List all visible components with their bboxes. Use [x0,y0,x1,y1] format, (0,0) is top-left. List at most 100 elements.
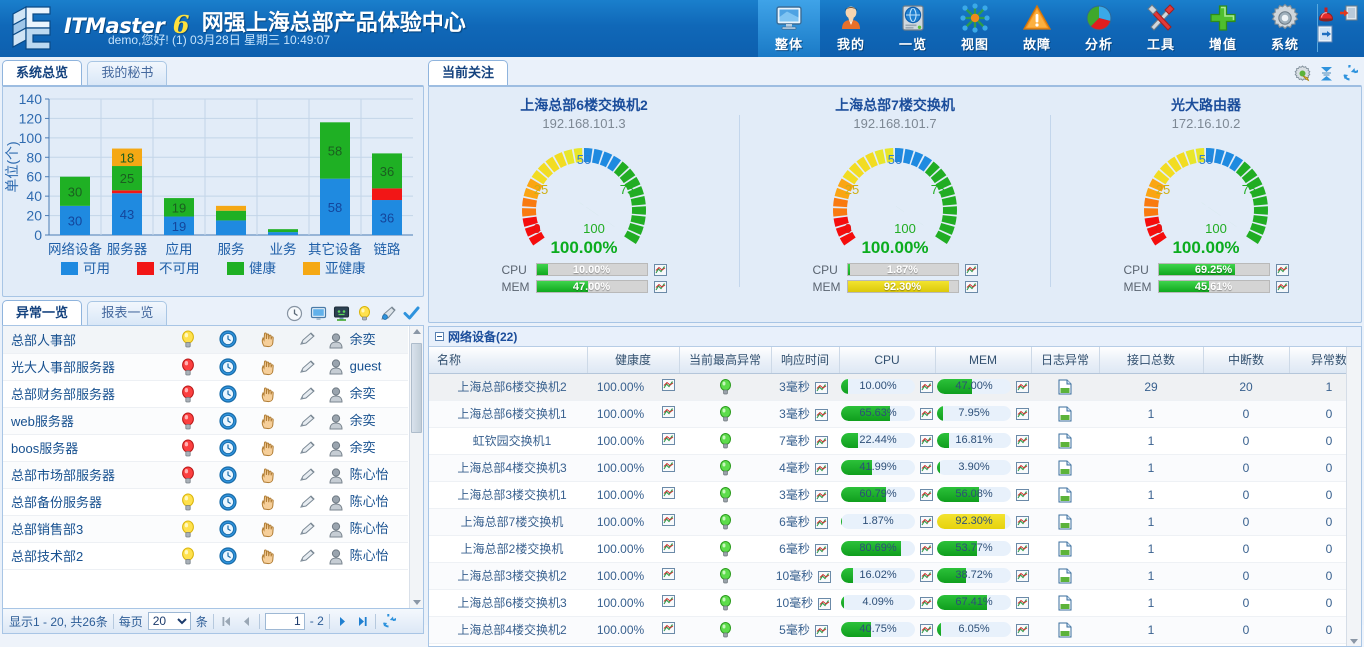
refresh-icon[interactable] [381,608,399,629]
bulb-icon[interactable] [168,434,208,462]
device-name-cell[interactable]: 上海总部6楼交换机3 [429,589,587,617]
nav-item-valueadd[interactable]: 增值 [1192,0,1254,57]
column-header[interactable]: 名称 [429,347,588,374]
list-item[interactable]: web服务器 余奕 [3,407,408,435]
device-name-cell[interactable]: 上海总部4楼交换机2 [429,616,587,644]
logout-icon[interactable] [1339,3,1359,23]
device-name-cell[interactable]: 上海总部4楼交换机3 [429,454,587,482]
item-name[interactable]: 总部销售部3 [3,515,168,543]
item-name[interactable]: boos服务器 [3,434,168,462]
item-name[interactable]: 总部人事部 [3,326,168,354]
health-trend-chart-icon[interactable] [657,535,680,563]
response-trend-chart-icon[interactable] [814,489,828,502]
clock-blue-icon[interactable] [208,542,248,570]
last-page-icon[interactable] [355,614,370,629]
health-trend-chart-icon[interactable] [657,427,680,455]
log-exception-cell[interactable] [1031,535,1100,563]
list-item[interactable]: 总部财务部服务器 余奕 [3,380,408,408]
doc-icon[interactable] [1058,433,1072,449]
device-name-cell[interactable]: 上海总部3楼交换机1 [429,481,587,509]
scroll-down-icon[interactable] [1350,639,1358,644]
hand-icon[interactable] [248,542,288,570]
column-header[interactable]: CPU [839,347,936,374]
scroll-down-icon[interactable] [413,600,421,605]
log-exception-cell[interactable] [1031,454,1100,482]
device-name-cell[interactable]: 上海总部3楼交换机2 [429,562,587,590]
hand-icon[interactable] [248,434,288,462]
column-header[interactable]: 日志异常 [1031,347,1100,374]
bulb-icon[interactable] [168,461,208,489]
table-row[interactable]: 上海总部6楼交换机1 100.00% 3毫秒 65.63% 7.95% 1 0 … [429,400,1361,428]
table-row[interactable]: 上海总部7楼交换机 100.00% 6毫秒 1.87% 92.30% 1 0 0 [429,508,1361,536]
nav-item-mine[interactable]: 我的 [820,0,882,57]
device-name-cell[interactable]: 上海总部7楼交换机 [429,508,587,536]
monitor-icon[interactable] [310,305,327,322]
refresh-icon[interactable] [1341,59,1362,82]
clock-blue-icon[interactable] [208,407,248,435]
hand-icon[interactable] [248,488,288,516]
edit-note-icon[interactable] [288,515,328,543]
edit-note-icon[interactable] [288,353,328,381]
next-page-icon[interactable] [335,614,350,629]
item-name[interactable]: 总部备份服务器 [3,488,168,516]
nav-item-overall[interactable]: 整体 [758,0,820,57]
table-row[interactable]: 虹钦园交换机1 100.00% 7毫秒 22.44% 16.81% 1 0 0 [429,427,1361,455]
column-header[interactable]: MEM [935,347,1032,374]
hand-icon[interactable] [248,326,288,354]
clock-blue-icon[interactable] [208,326,248,354]
health-trend-chart-icon[interactable] [657,508,680,536]
prev-page-icon[interactable] [239,614,254,629]
edit-note-icon[interactable] [288,461,328,489]
table-row[interactable]: 上海总部6楼交换机2 100.00% 3毫秒 10.00% 47.00% 29 … [429,373,1361,401]
tab-current-focus[interactable]: 当前关注 [428,60,509,86]
health-trend-chart-icon[interactable] [657,589,680,617]
response-trend-chart-icon[interactable] [814,381,828,394]
mem-trend-chart-icon[interactable] [1016,434,1030,447]
column-header[interactable]: 接口总数 [1099,347,1204,374]
item-name[interactable]: web服务器 [3,407,168,435]
list-item[interactable]: 光大人事部服务器 guest [3,353,408,381]
bulb-icon[interactable] [356,305,373,322]
alarm-bell-icon[interactable] [1316,3,1336,23]
collapse-icon[interactable] [1318,65,1335,82]
edit-note-icon[interactable] [288,542,328,570]
nav-item-fault[interactable]: 故障 [1006,0,1068,57]
bulb-icon[interactable] [168,326,208,354]
log-exception-cell[interactable] [1031,562,1100,590]
mem-trend-chart-icon[interactable] [964,280,978,293]
item-name[interactable]: 总部技术部2 [3,542,168,570]
item-name[interactable]: 总部市场部服务器 [3,461,168,489]
hand-icon[interactable] [248,515,288,543]
edit-note-icon[interactable] [288,380,328,408]
mem-trend-chart-icon[interactable] [1016,488,1030,501]
table-row[interactable]: 上海总部6楼交换机3 100.00% 10毫秒 4.09% 67.41% 1 0… [429,589,1361,617]
scroll-thumb[interactable] [411,343,422,433]
log-exception-cell[interactable] [1031,616,1100,644]
cpu-trend-chart-icon[interactable] [920,380,934,393]
bulb-icon[interactable] [168,542,208,570]
mem-trend-chart-icon[interactable] [1016,407,1030,420]
cpu-trend-chart-icon[interactable] [920,407,934,420]
health-trend-chart-icon[interactable] [657,400,680,428]
edit-note-icon[interactable] [288,434,328,462]
health-trend-chart-icon[interactable] [657,373,680,401]
nav-item-view[interactable]: 视图 [944,0,1006,57]
log-exception-cell[interactable] [1031,373,1100,401]
table-scrollbar[interactable] [1346,347,1361,646]
column-header[interactable]: 响应时间 [771,347,840,374]
mem-trend-chart-icon[interactable] [1016,596,1030,609]
column-header[interactable]: 健康度 [587,347,680,374]
clock-blue-icon[interactable] [208,380,248,408]
collapse-toggle-icon[interactable] [435,332,444,341]
doc-icon[interactable] [1058,568,1072,584]
scroll-up-icon[interactable] [413,329,421,334]
list-item[interactable]: 总部市场部服务器 陈心怡 [3,461,408,489]
mem-trend-chart-icon[interactable] [1016,623,1030,636]
table-row[interactable]: 上海总部3楼交换机1 100.00% 3毫秒 60.79% 56.08% 1 0… [429,481,1361,509]
doc-icon[interactable] [1058,379,1072,395]
log-exception-cell[interactable] [1031,589,1100,617]
response-trend-chart-icon[interactable] [814,516,828,529]
response-trend-chart-icon[interactable] [814,462,828,475]
cpu-trend-chart-icon[interactable] [653,263,667,276]
health-trend-chart-icon[interactable] [657,562,680,590]
